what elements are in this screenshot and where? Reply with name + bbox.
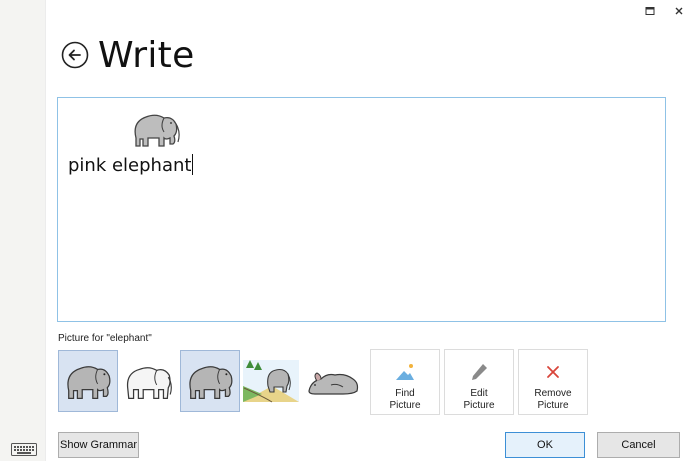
find-picture-label-line1: Find xyxy=(395,388,415,399)
find-picture-label-line2: Picture xyxy=(389,400,421,411)
ok-button[interactable]: OK xyxy=(505,432,585,458)
show-grammar-button[interactable]: Show Grammar xyxy=(58,432,139,458)
editor-text-value: pink elephant xyxy=(68,155,192,176)
picture-option-4[interactable] xyxy=(241,350,301,412)
elephant-symbol-3-icon xyxy=(189,366,233,399)
lying-animal-symbol-icon xyxy=(308,372,359,395)
close-button[interactable] xyxy=(671,3,687,19)
find-picture-button[interactable]: Find Picture xyxy=(370,349,440,415)
text-caret xyxy=(192,154,194,175)
find-picture-icon xyxy=(396,364,414,380)
picture-option-2[interactable] xyxy=(119,350,179,412)
remove-picture-label-line2: Picture xyxy=(537,400,569,411)
remove-picture-label-line1: Remove xyxy=(534,388,572,399)
editor-text: pink elephant xyxy=(68,154,194,176)
pencil-icon xyxy=(472,364,487,380)
header: Write xyxy=(61,32,195,78)
edit-picture-label-line2: Picture xyxy=(463,400,495,411)
write-editor[interactable]: pink elephant xyxy=(57,97,666,322)
picture-option-3[interactable] xyxy=(180,350,240,412)
page-title: Write xyxy=(98,34,195,76)
picture-for-label: Picture for "elephant" xyxy=(58,333,152,344)
elephant-symbol-icon xyxy=(134,114,180,147)
close-icon xyxy=(675,7,683,15)
left-rail xyxy=(0,0,46,461)
remove-picture-button[interactable]: Remove Picture xyxy=(518,349,588,415)
maximize-button[interactable] xyxy=(642,3,658,19)
maximize-icon xyxy=(645,7,655,15)
elephant-symbol-2-icon xyxy=(126,367,172,399)
symbol-word[interactable]: pink elephant xyxy=(68,108,194,178)
cancel-button[interactable]: Cancel xyxy=(597,432,680,458)
keyboard-icon[interactable] xyxy=(11,443,37,456)
edit-picture-label-line1: Edit xyxy=(470,388,488,399)
remove-x-icon xyxy=(547,366,559,378)
elephant-symbol-1-icon xyxy=(67,366,111,399)
edit-picture-button[interactable]: Edit Picture xyxy=(444,349,514,415)
elephant-scene-symbol-icon xyxy=(243,360,299,403)
back-arrow-icon[interactable] xyxy=(61,41,89,69)
picture-option-1[interactable] xyxy=(58,350,118,412)
picture-option-5[interactable] xyxy=(302,350,362,412)
